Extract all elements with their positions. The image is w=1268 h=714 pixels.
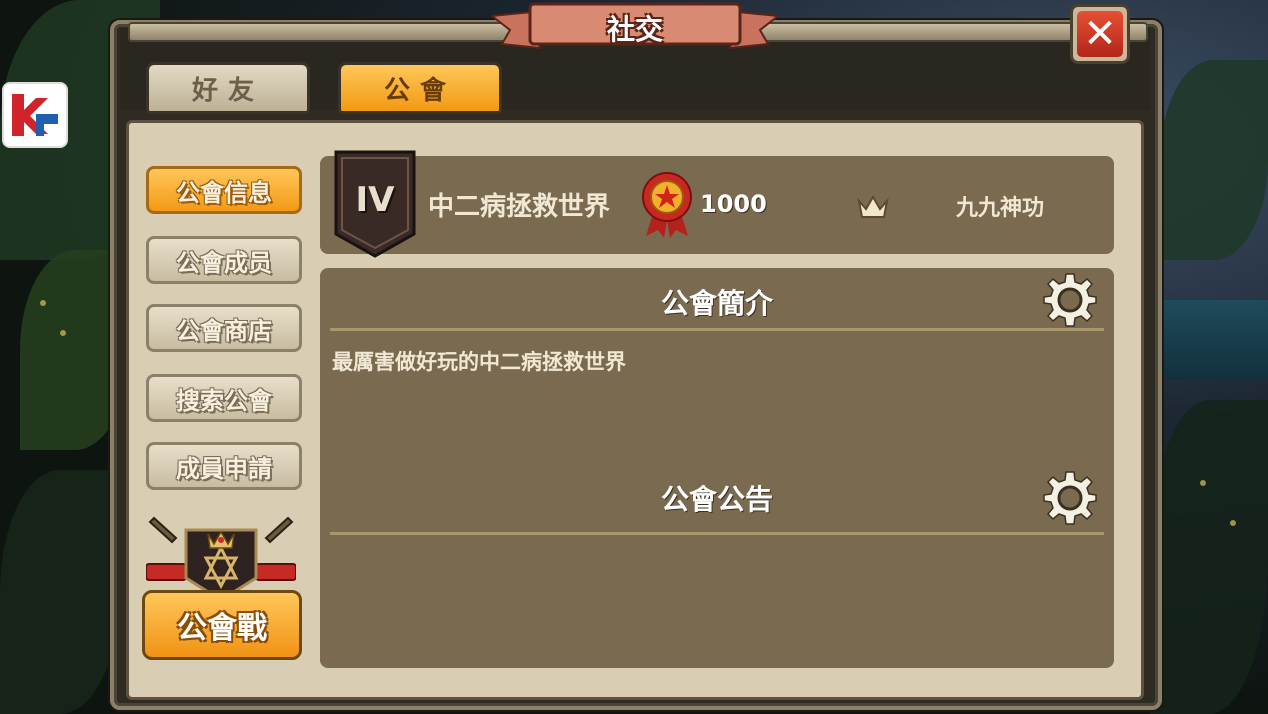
sidebar-item-guild-members[interactable]: 公會成员 [146,236,302,284]
intro-text: 最厲害做好玩的中二病拯救世界 [332,350,626,374]
sidebar-item-guild-shop[interactable]: 公會商店 [146,304,302,352]
tab-guild[interactable]: 公會 [338,62,502,114]
window-title: 社交 [606,13,663,46]
medal-icon [642,172,692,238]
guild-name: 中二病拯救世界 [428,192,611,222]
crown-icon [857,195,889,218]
tab-friends[interactable]: 好友 [146,62,310,114]
guild-leader-name: 九九神功 [956,196,1045,221]
edit-intro-gear-icon[interactable] [1042,272,1098,328]
app-logo [2,82,68,148]
notice-section-title: 公會公告 [660,483,773,516]
sidebar-item-guild-info[interactable]: 公會信息 [146,166,302,214]
guild-score: 1000 [700,190,767,218]
title-banner: 社交 [492,2,778,52]
guild-rank-label: IV [355,180,395,220]
app-logo-icon [12,94,58,136]
notice-divider [330,532,1104,535]
close-icon: ✕ [1077,11,1123,57]
edit-notice-gear-icon[interactable] [1042,470,1098,526]
close-button[interactable]: ✕ [1070,4,1130,64]
sidebar-item-member-requests[interactable]: 成員申請 [146,442,302,490]
guild-war-button[interactable]: 公會戰 [142,590,302,660]
intro-section-title: 公會簡介 [660,287,773,320]
intro-divider [330,328,1104,331]
sidebar-item-search-guild[interactable]: 搜索公會 [146,374,302,422]
